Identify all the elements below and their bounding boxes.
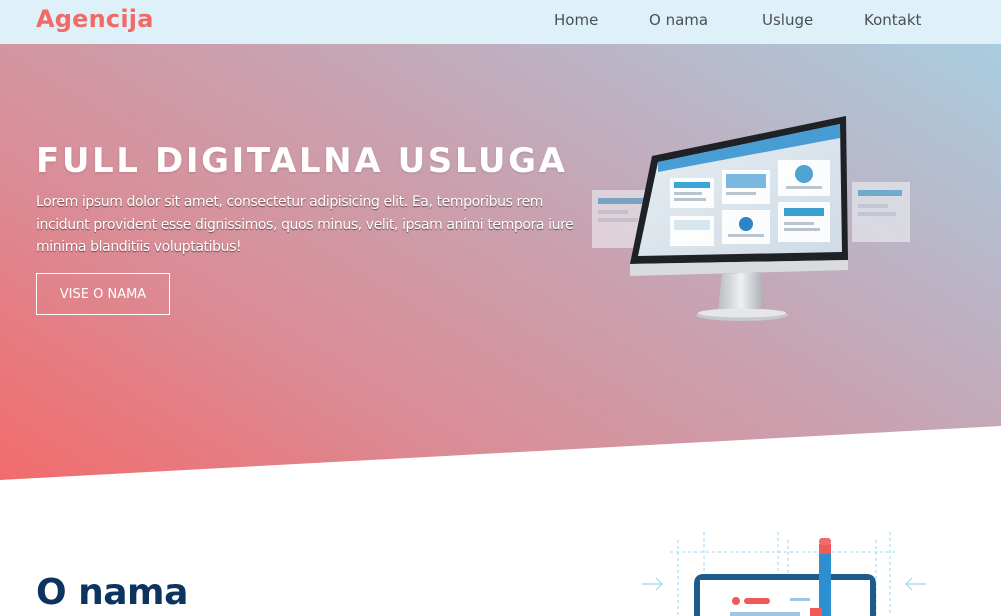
nav-link-home[interactable]: Home: [554, 11, 598, 29]
design-tools-illustration-icon: [642, 532, 926, 616]
hero-description: Lorem ipsum dolor sit amet, consectetur …: [36, 194, 574, 255]
about-more-button[interactable]: VISE O NAMA: [36, 273, 170, 315]
about-title: O nama: [36, 572, 188, 613]
hero-section: FULL DIGITALNA USLUGA Lorem ipsum dolor …: [0, 44, 1001, 480]
nav-link-contact[interactable]: Kontakt: [864, 11, 921, 29]
nav-link-about[interactable]: O nama: [649, 11, 708, 29]
nav-link-services[interactable]: Usluge: [762, 11, 813, 29]
desktop-monitor-icon: [592, 116, 910, 321]
hero-title: FULL DIGITALNA USLUGA: [36, 141, 568, 181]
nav-menu: Home O nama Usluge Kontakt: [0, 11, 1001, 31]
navbar: Agencija Home O nama Usluge Kontakt: [0, 0, 1001, 44]
